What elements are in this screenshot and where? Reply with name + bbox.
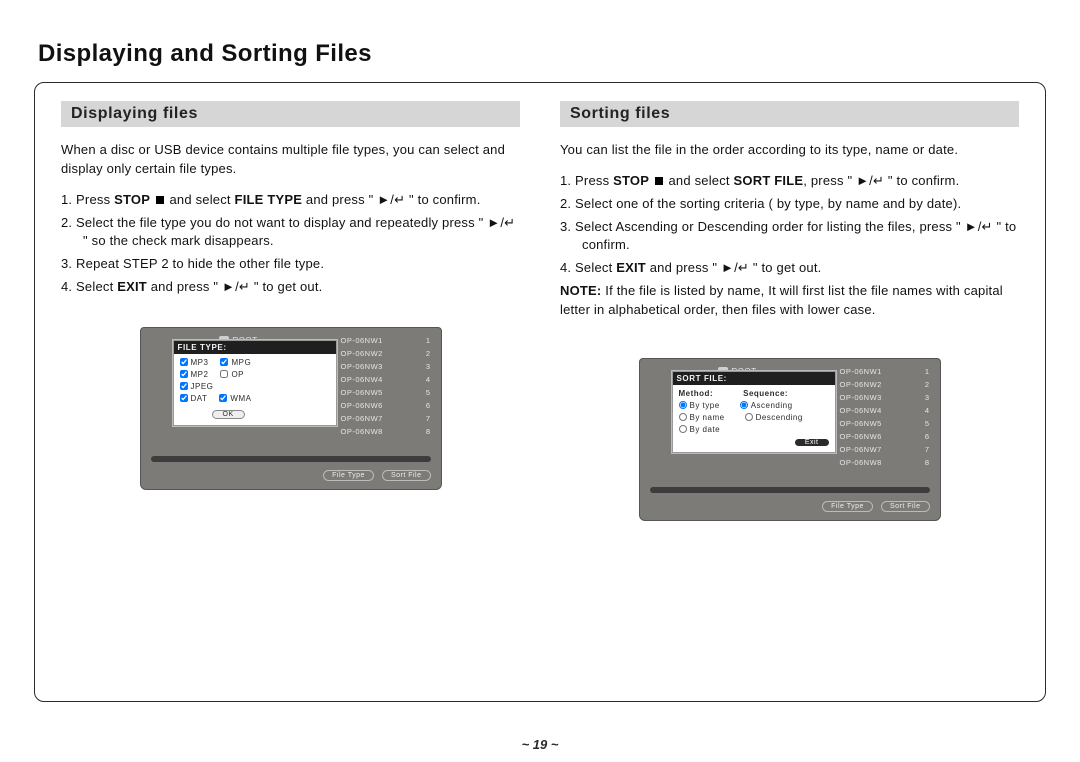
chk-mp3[interactable] <box>180 358 188 366</box>
chk-mpg[interactable] <box>220 358 228 366</box>
stop-icon <box>655 177 663 185</box>
osd-screenshot-right: ROOTOP-06NW11 OP-06NW22 OP-06NW33 OP-06N… <box>639 358 941 521</box>
page-number: ~ 19 ~ <box>0 737 1080 752</box>
right-column: Sorting files You can list the file in t… <box>560 101 1019 521</box>
chk-op[interactable] <box>220 370 228 378</box>
radio-by-type[interactable] <box>679 401 687 409</box>
chk-dat[interactable] <box>180 394 188 402</box>
file-type-panel: FILE TYPE: MP3MPG MP2OP JPEG DATWMA OK <box>173 340 337 426</box>
scrollbar[interactable] <box>151 456 431 462</box>
chk-jpeg[interactable] <box>180 382 188 390</box>
left-column: Displaying files When a disc or USB devi… <box>61 101 520 521</box>
foot-sort-file[interactable]: Sort File <box>881 501 930 512</box>
note: NOTE: If the file is listed by name, It … <box>560 282 1019 320</box>
intro-right: You can list the file in the order accor… <box>560 141 1019 160</box>
heading-displaying-files: Displaying files <box>61 101 520 127</box>
scrollbar[interactable] <box>650 487 930 493</box>
foot-file-type[interactable]: File Type <box>323 470 374 481</box>
radio-ascending[interactable] <box>740 401 748 409</box>
heading-sorting-files: Sorting files <box>560 101 1019 127</box>
ok-button[interactable]: OK <box>212 410 245 419</box>
chk-mp2[interactable] <box>180 370 188 378</box>
osd-screenshot-left: ROOTOP-06NW11 OP-06NW22 OP-06NW33 OP-06N… <box>140 327 442 490</box>
steps-left: 1. Press STOP and select FILE TYPE and p… <box>61 191 520 297</box>
stop-icon <box>156 196 164 204</box>
intro-left: When a disc or USB device contains multi… <box>61 141 520 179</box>
exit-button[interactable]: Exit <box>795 439 829 446</box>
foot-file-type[interactable]: File Type <box>822 501 873 512</box>
radio-by-name[interactable] <box>679 413 687 421</box>
chk-wma[interactable] <box>219 394 227 402</box>
content-frame: Displaying files When a disc or USB devi… <box>34 82 1046 702</box>
sort-file-panel: SORT FILE: Method:Sequence: By typeAscen… <box>672 371 836 453</box>
steps-right: 1. Press STOP and select SORT FILE, pres… <box>560 172 1019 278</box>
radio-descending[interactable] <box>745 413 753 421</box>
radio-by-date[interactable] <box>679 425 687 433</box>
page-title: Displaying and Sorting Files <box>38 40 1046 68</box>
foot-sort-file[interactable]: Sort File <box>382 470 431 481</box>
